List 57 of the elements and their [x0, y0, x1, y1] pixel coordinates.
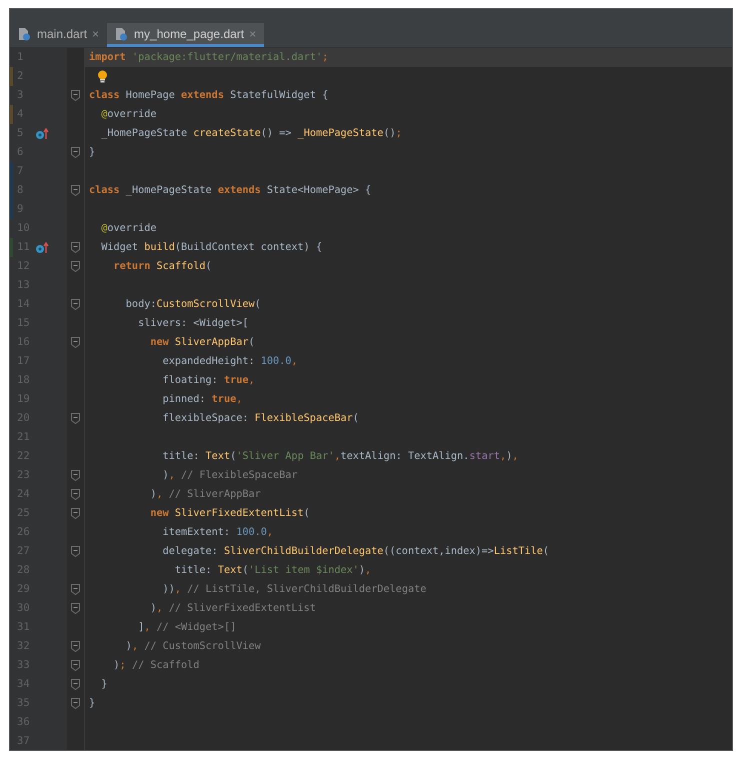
code-line: itemExtent: 100.0,: [162, 526, 274, 540]
code-line: class HomePage extends StatefulWidget {: [89, 88, 328, 103]
code-line: Widget build(BuildContext context) {: [100, 240, 322, 255]
fold-icon[interactable]: [71, 261, 80, 272]
code-line: @override: [100, 222, 156, 236]
code-line: class _HomePageState extends State<HomePage> {: [89, 184, 372, 198]
code-line: return Scaffold(: [112, 260, 212, 274]
fold-icon[interactable]: [71, 546, 80, 557]
dart-file-icon: [18, 26, 32, 40]
code-line: ], // <Widget>[]: [137, 620, 236, 635]
dart-file-icon: [115, 26, 130, 40]
code-line: ), // FlexibleSpaceBar: [162, 468, 298, 483]
fold-icon[interactable]: [71, 641, 80, 652]
code-line: _HomePageState createState() => _HomePageState();: [100, 126, 402, 141]
code-line: new SliverFixedExtentList(: [149, 506, 310, 521]
fold-icon[interactable]: [71, 660, 80, 671]
code-line: ); // Scaffold: [112, 658, 200, 673]
code-line: pinned: true,: [162, 392, 242, 407]
code-line: delegate: SliverChildBuilderDelegate((context,index)=>ListTile(: [162, 544, 550, 559]
fold-icon[interactable]: [71, 508, 80, 519]
code-line: }: [89, 696, 96, 711]
lightbulb-icon[interactable]: [97, 70, 108, 83]
code-line: slivers: <Widget>[: [137, 316, 248, 331]
code-line: ), // SliverFixedExtentList: [149, 602, 316, 616]
tab-label: main.dart: [37, 26, 88, 42]
code-line: floating: true,: [162, 374, 255, 388]
code-line: }: [89, 146, 96, 160]
fold-icon[interactable]: [71, 603, 80, 614]
fold-icon[interactable]: [71, 698, 80, 709]
override-icon[interactable]: [35, 242, 49, 254]
fold-icon[interactable]: [71, 679, 80, 690]
close-icon[interactable]: ×: [92, 24, 100, 42]
code-line: title: Text('Sliver App Bar',textAlign: TextAlign.start,),: [162, 450, 518, 464]
fold-icon[interactable]: [71, 337, 80, 348]
fold-icon[interactable]: [71, 470, 80, 481]
fold-icon[interactable]: [71, 489, 80, 500]
code-line: flexibleSpace: FlexibleSpaceBar(: [162, 412, 359, 426]
code-line: }: [100, 678, 108, 692]
fold-icon[interactable]: [71, 584, 80, 595]
code-line: import 'package:flutter/material.dart';: [89, 50, 328, 65]
editor-tab[interactable]: my_home_page.dart ×: [107, 23, 264, 47]
tab-label: my_home_page.dart: [134, 26, 244, 42]
fold-icon[interactable]: [71, 147, 80, 158]
code-line: title: Text('List item $index'),: [174, 564, 372, 578]
fold-icon[interactable]: [71, 90, 80, 101]
code-line: )), // ListTile, SliverChildBuilderDelegate: [162, 582, 426, 597]
code-line: body:CustomScrollView(: [124, 298, 261, 312]
code-line: ), // CustomScrollView: [124, 640, 261, 654]
fold-icon[interactable]: [71, 299, 80, 310]
code-line: new SliverAppBar(: [149, 336, 255, 350]
fold-icon[interactable]: [71, 242, 80, 253]
fold-icon[interactable]: [71, 185, 80, 196]
code-line: @override: [100, 108, 156, 122]
override-icon[interactable]: [35, 128, 49, 140]
code-line: expandedHeight: 100.0,: [162, 354, 298, 369]
code-line: ), // SliverAppBar: [149, 488, 261, 502]
fold-icon[interactable]: [71, 413, 80, 424]
